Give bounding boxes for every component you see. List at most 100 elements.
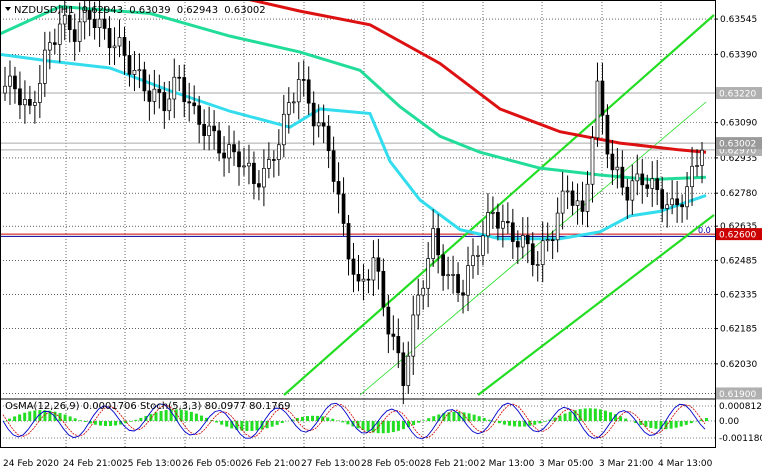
osma-bar [422,420,426,421]
candle-body [441,254,445,276]
candle-body [102,18,107,29]
osma-bar [487,419,491,421]
osma-bar [129,421,133,422]
candle-body [615,166,620,171]
osma-bar [104,421,107,426]
candle-body [695,165,699,167]
candle-body [97,18,102,29]
osma-bar [674,421,678,428]
time-label: 24 Feb 21:00 [63,459,122,469]
price-label: 0.62030 [720,360,757,370]
candle-body [600,80,605,116]
candle-body [351,258,356,275]
osma-bar [225,421,229,427]
candle-body [152,88,157,102]
chart-window[interactable]: 24 Feb 2020 24 Feb 21:00 25 Feb 13:00 26 Fe… [0,0,762,473]
candle-body [545,239,550,242]
candle-body [77,21,82,42]
candle-body [376,257,381,272]
time-label: 26 Feb 05:00 [182,459,241,469]
price-tag-level: 0.63220 [719,90,756,100]
candle-body [610,153,615,171]
osma-bar [215,421,219,423]
candle-body [535,264,540,266]
chart-canvas[interactable]: 24 Feb 2020 24 Feb 21:00 25 Feb 13:00 26 Fe… [0,0,762,473]
candle-body [575,200,580,206]
candle-body [501,221,505,229]
candle-body [207,125,211,136]
candle-body [127,55,132,75]
candle-body [366,278,371,281]
candle-body [491,212,495,214]
candle-body [481,235,485,256]
candle-body [525,235,530,245]
osma-bar [568,411,572,421]
candle-body [72,29,77,42]
osma-bar [482,417,486,421]
candle-body [142,69,147,92]
candle-body [655,178,660,190]
price-label: 0.63545 [720,15,757,25]
candle-body [680,204,684,208]
candle-body [530,243,535,265]
osma-bar [275,421,279,425]
candle-body [57,23,62,45]
candle-body [635,173,640,182]
osma-bar [184,410,188,421]
subwindow-axis-label: -0.0011800 [719,434,762,444]
candle-body [341,193,346,224]
candle-body [291,101,296,104]
candle-body [371,257,376,281]
candle-body [197,105,202,125]
candle-body [401,352,406,386]
candle-body [321,122,326,127]
osma-bar [83,421,87,422]
time-label: 24 Feb 2020 [3,459,59,469]
candle-body [361,278,366,282]
candle-body [431,228,436,259]
osma-bar [603,410,607,421]
time-label: 3 Mar 21:00 [599,459,654,469]
osma-bar [669,421,673,429]
osma-bar [518,421,522,427]
candle-body [167,98,172,112]
candle-body [685,186,689,208]
candle-body [660,189,665,209]
osma-bar [194,413,198,421]
osma-bar [513,421,517,427]
candle-body [222,152,226,159]
candle-body [645,184,650,189]
candle-body [306,79,311,104]
time-label: 2 Mar 13:00 [480,459,535,469]
osma-bar [93,421,97,425]
candle-body [281,113,286,146]
osma-bar [341,421,345,423]
candle-body [471,255,475,266]
candle-body [3,85,7,94]
osma-bar [704,417,708,421]
candle-body [590,137,595,185]
time-label: 28 Feb 05:00 [361,459,420,469]
candle-body [23,99,27,106]
osma-bar [139,417,143,421]
osma-bar [159,411,163,421]
candle-body [272,159,276,161]
osma-bar [497,421,501,424]
osma-bar [689,421,693,424]
candle-body [187,101,192,104]
osma-bar [401,421,405,430]
candle-body [550,239,555,242]
candle-body [172,76,177,100]
osma-bar [624,418,628,421]
low-value: 0.62943 [177,5,218,16]
osma-bar [477,416,481,421]
osma-bar [452,411,456,421]
candle-body [157,88,162,93]
osma-bar [649,421,653,428]
candle-body [237,151,241,168]
candle-body [316,122,321,127]
subwindow-label: OsMA(12,26,9) 0.0001706 Stoch(5,3,3) 80.… [5,401,291,412]
candle-body [486,212,490,237]
price-label: 0.62485 [720,256,757,266]
candle-body [212,125,216,132]
